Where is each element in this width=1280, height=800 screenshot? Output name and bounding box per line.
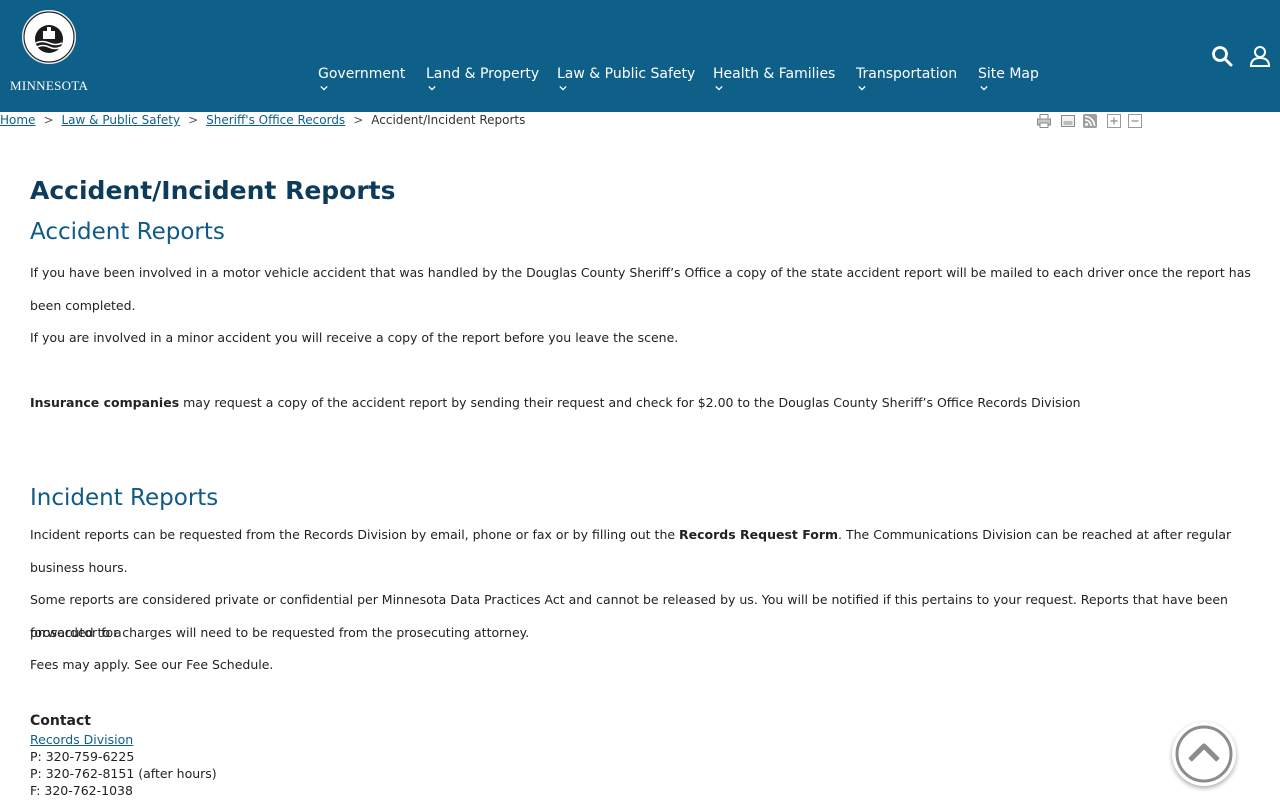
print-icon[interactable] xyxy=(1036,113,1052,129)
nav-label: Law & Public Safety xyxy=(557,66,696,82)
nav-label: Health & Families xyxy=(713,66,836,82)
nav-site-map[interactable]: Site Map xyxy=(978,66,1039,91)
email-icon[interactable] xyxy=(1060,113,1076,129)
nav-government[interactable]: Government xyxy=(318,66,406,91)
records-division-link[interactable]: Records Division xyxy=(30,731,133,748)
nav-transportation[interactable]: Transportation xyxy=(856,66,958,91)
chevron-up-icon xyxy=(1175,725,1233,783)
search-icon[interactable] xyxy=(1210,44,1234,68)
breadcrumb-current: Accident/Incident Reports xyxy=(371,113,526,127)
accident-paragraph-1: If you have been involved in a motor veh… xyxy=(30,265,1251,313)
zoom-in-icon[interactable] xyxy=(1106,113,1122,129)
chevron-down-icon xyxy=(715,85,723,91)
insurance-paragraph-text: may request a copy of the accident repor… xyxy=(179,395,1081,410)
nav-label: Site Map xyxy=(978,66,1039,82)
fees-paragraph: Fees may apply. See our Fee Schedule. xyxy=(30,657,274,672)
breadcrumb-law-public-safety[interactable]: Law & Public Safety xyxy=(62,113,181,127)
insurance-companies-text: Insurance companies xyxy=(30,395,180,410)
records-request-form-text: Records Request Form xyxy=(679,527,839,542)
header-actions xyxy=(1210,44,1280,70)
logo-state-text: MINNESOTA xyxy=(10,78,89,93)
chevron-down-icon xyxy=(428,85,436,91)
incident-reports-heading: Incident Reports xyxy=(30,485,219,511)
breadcrumb-home[interactable]: Home xyxy=(0,113,35,127)
site-header: MINNESOTA Government Land & Property Law… xyxy=(0,0,1280,112)
accident-reports-heading: Accident Reports xyxy=(30,219,225,245)
rss-icon[interactable] xyxy=(1082,113,1098,129)
contact-heading: Contact xyxy=(30,713,91,729)
chevron-down-icon xyxy=(980,85,988,91)
zoom-out-icon[interactable] xyxy=(1127,113,1143,129)
user-icon[interactable] xyxy=(1248,44,1272,68)
chevron-down-icon xyxy=(320,85,328,91)
nav-health-families[interactable]: Health & Families xyxy=(713,66,836,91)
chevron-down-icon xyxy=(559,85,567,91)
breadcrumb-sheriffs-office-records[interactable]: Sheriff's Office Records xyxy=(206,113,345,127)
breadcrumb-separator: > xyxy=(43,113,54,127)
county-seal-icon xyxy=(22,10,76,64)
page-title: Accident/Incident Reports xyxy=(30,176,396,205)
chevron-down-icon xyxy=(858,85,866,91)
back-to-top-button[interactable] xyxy=(1172,722,1236,786)
contact-phone: P: 320-759-6225 xyxy=(30,749,135,764)
incident-paragraph-2-line-2: prosecutor for charges will need to be r… xyxy=(30,625,530,640)
incident-p1-start: Incident reports can be requested from t… xyxy=(30,527,680,542)
incident-paragraph-1: Incident reports can be requested from t… xyxy=(30,518,1260,584)
breadcrumb-separator: > xyxy=(353,113,364,127)
nav-label: Transportation xyxy=(856,66,958,82)
contact-fax: F: 320-762-1038 xyxy=(30,783,133,798)
nav-land-property[interactable]: Land & Property xyxy=(426,66,540,91)
breadcrumb-separator: > xyxy=(188,113,199,127)
accident-paragraph-2: If you are involved in a minor accident … xyxy=(30,330,679,345)
breadcrumb: Home > Law & Public Safety > Sheriff's Offic… xyxy=(0,113,525,129)
nav-label: Land & Property xyxy=(426,66,540,82)
contact-phone-after-hours: P: 320-762-8151 (after hours) xyxy=(30,766,217,781)
nav-label: Government xyxy=(318,66,406,82)
nav-law-public-safety[interactable]: Law & Public Safety xyxy=(557,66,696,91)
accident-paragraph-3: Insurance companies may request a copy o… xyxy=(30,386,1260,419)
